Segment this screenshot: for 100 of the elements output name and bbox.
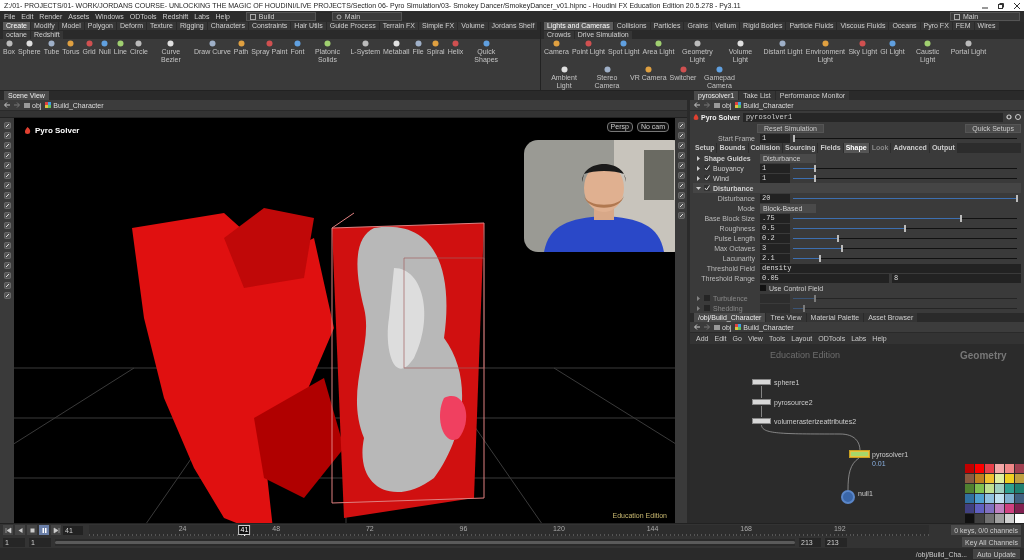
color-swatch[interactable]: [1005, 484, 1014, 493]
color-swatch[interactable]: [1005, 474, 1014, 483]
tool-icon[interactable]: [677, 162, 685, 169]
tool-icon[interactable]: [3, 182, 11, 189]
color-swatch[interactable]: [985, 504, 994, 513]
slider[interactable]: [793, 194, 1017, 202]
tool-icon[interactable]: [677, 172, 685, 179]
network-node[interactable]: [841, 490, 855, 504]
color-swatch[interactable]: [995, 464, 1004, 473]
tool-icon[interactable]: [3, 132, 11, 139]
network-node[interactable]: [752, 399, 771, 405]
ball-icon: [620, 40, 628, 47]
color-swatch[interactable]: [975, 504, 984, 513]
transport-button[interactable]: [3, 525, 13, 535]
tool-icon[interactable]: [677, 152, 685, 159]
back-arrow-icon[interactable]: [4, 102, 10, 108]
restore-icon[interactable]: [998, 2, 1004, 9]
tool-icon[interactable]: [3, 202, 11, 209]
tool-icon[interactable]: [3, 122, 11, 129]
back-arrow-icon[interactable]: [694, 102, 700, 108]
tool-icon[interactable]: [3, 192, 11, 199]
color-swatch[interactable]: [965, 494, 974, 503]
color-swatch[interactable]: [975, 464, 984, 473]
color-swatch[interactable]: [1015, 474, 1024, 483]
checked-checkbox[interactable]: [704, 175, 710, 181]
transport-button[interactable]: [51, 525, 61, 535]
color-swatch[interactable]: [975, 474, 984, 483]
tool-icon[interactable]: [677, 132, 685, 139]
color-swatch[interactable]: [1015, 484, 1024, 493]
color-swatch[interactable]: [985, 474, 994, 483]
tool-icon[interactable]: [3, 142, 11, 149]
network-node[interactable]: [752, 379, 771, 385]
expanded-arrow-icon[interactable]: [696, 185, 701, 191]
transport-button[interactable]: [27, 525, 37, 535]
color-swatch[interactable]: [975, 514, 984, 523]
transport-button[interactable]: [39, 525, 49, 535]
tool-icon[interactable]: [677, 142, 685, 149]
collapsed-arrow-icon[interactable]: [696, 155, 701, 161]
color-swatch[interactable]: [1015, 514, 1024, 523]
color-swatch[interactable]: [995, 514, 1004, 523]
tool-icon[interactable]: [3, 152, 11, 159]
tool-icon[interactable]: [677, 202, 685, 209]
network-node[interactable]: [850, 451, 869, 457]
settings-icon[interactable]: [1006, 114, 1012, 120]
color-swatch[interactable]: [995, 494, 1004, 503]
color-swatch[interactable]: [1015, 464, 1024, 473]
forward-arrow-icon[interactable]: [14, 102, 20, 108]
network-node[interactable]: [752, 418, 771, 424]
tool-icon[interactable]: [3, 172, 11, 179]
color-swatch[interactable]: [995, 504, 1004, 513]
tool-icon[interactable]: [3, 292, 11, 299]
close-icon[interactable]: [1014, 2, 1020, 9]
tool-icon[interactable]: [3, 242, 11, 249]
checked-checkbox[interactable]: [704, 185, 710, 191]
flame-icon: [693, 114, 699, 120]
tool-icon[interactable]: [3, 162, 11, 169]
color-swatch[interactable]: [965, 474, 974, 483]
color-swatch[interactable]: [1005, 464, 1014, 473]
tool-icon[interactable]: [3, 262, 11, 269]
color-swatch[interactable]: [965, 504, 974, 513]
color-swatch[interactable]: [985, 464, 994, 473]
color-swatch[interactable]: [975, 484, 984, 493]
checked-checkbox[interactable]: [704, 165, 710, 171]
color-swatch[interactable]: [1005, 494, 1014, 503]
tool-icon[interactable]: [3, 212, 11, 219]
ball-icon: [25, 40, 33, 47]
color-swatch[interactable]: [985, 484, 994, 493]
color-swatch[interactable]: [1015, 494, 1024, 503]
forward-arrow-icon[interactable]: [704, 102, 710, 108]
tool-icon[interactable]: [677, 182, 685, 189]
color-swatch[interactable]: [985, 494, 994, 503]
color-swatch[interactable]: [985, 514, 994, 523]
tool-icon[interactable]: [3, 222, 11, 229]
color-swatch[interactable]: [1005, 504, 1014, 513]
tool-icon[interactable]: [3, 252, 11, 259]
number-field[interactable]: [760, 303, 790, 313]
forward-arrow-icon[interactable]: [704, 324, 710, 330]
tool-icon[interactable]: [677, 212, 685, 219]
tool-icon[interactable]: [677, 122, 685, 129]
tool-icon[interactable]: [677, 192, 685, 199]
collapsed-arrow-icon[interactable]: [696, 175, 701, 181]
tool-icon[interactable]: [3, 272, 11, 279]
back-arrow-icon[interactable]: [694, 324, 700, 330]
collapsed-arrow-icon[interactable]: [696, 295, 701, 301]
help-icon[interactable]: [1015, 114, 1021, 120]
color-swatch[interactable]: [1015, 504, 1024, 513]
collapsed-arrow-icon[interactable]: [696, 305, 701, 311]
tool-icon[interactable]: [3, 232, 11, 239]
color-swatch[interactable]: [965, 484, 974, 493]
transport-button[interactable]: [15, 525, 25, 535]
color-swatch[interactable]: [965, 464, 974, 473]
color-swatch[interactable]: [1005, 514, 1014, 523]
color-swatch[interactable]: [995, 484, 1004, 493]
ball-icon: [208, 40, 216, 47]
tool-icon[interactable]: [3, 282, 11, 289]
color-swatch[interactable]: [995, 474, 1004, 483]
color-swatch[interactable]: [965, 514, 974, 523]
unchecked-checkbox[interactable]: [760, 285, 766, 291]
collapsed-arrow-icon[interactable]: [696, 165, 701, 171]
color-swatch[interactable]: [975, 494, 984, 503]
